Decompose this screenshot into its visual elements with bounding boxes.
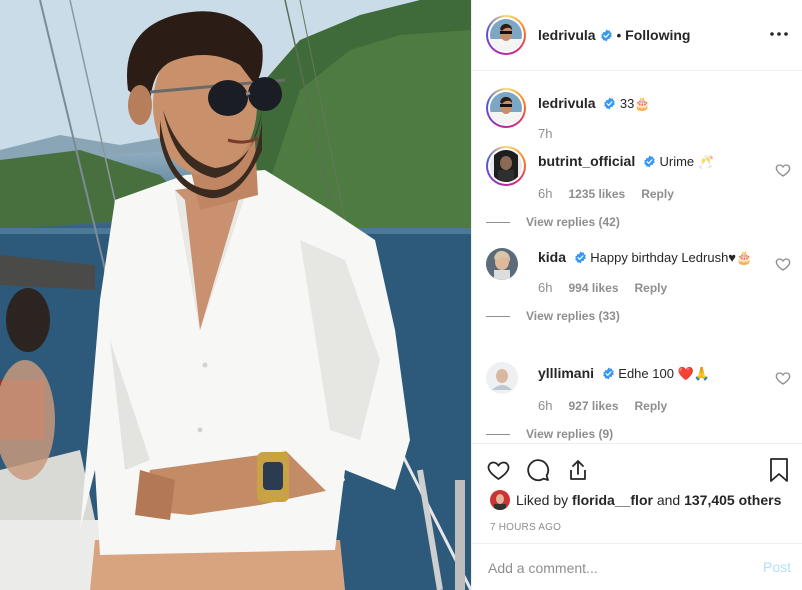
liker-avatar[interactable] xyxy=(490,490,510,510)
comment-likes[interactable]: 994 likes xyxy=(568,279,618,297)
comment-text: Happy birthday Ledrush♥🎂 xyxy=(590,250,753,265)
verified-badge-icon xyxy=(574,251,586,264)
comment-like-heart-icon[interactable] xyxy=(775,256,791,272)
comments-list[interactable]: ledrivula 33🎂 7h butrint_official Urime … xyxy=(472,72,802,444)
post-details-panel: ledrivula • Following ledrivula 33🎂 7h b… xyxy=(471,0,802,590)
verified-badge-icon xyxy=(604,97,616,110)
header-separator: • xyxy=(616,27,622,43)
caption: ledrivula 33🎂 7h xyxy=(486,88,791,148)
author-username[interactable]: ledrivula xyxy=(538,27,596,43)
view-replies-label: View replies (9) xyxy=(526,427,614,441)
liked-by: Liked by florida__flor and 137,405 other… xyxy=(490,490,781,510)
comment-input[interactable] xyxy=(488,558,738,578)
liked-by-prefix: Liked by xyxy=(516,492,573,508)
add-comment-form: Post xyxy=(472,543,802,590)
like-button[interactable] xyxy=(486,454,526,486)
post-comment-button[interactable]: Post xyxy=(763,559,791,575)
likes-count[interactable]: 137,405 others xyxy=(684,492,781,508)
share-icon xyxy=(570,460,586,480)
avatar-image xyxy=(490,19,522,51)
caption-text: 33🎂 xyxy=(619,96,651,111)
comment-time[interactable]: 6h xyxy=(538,279,552,297)
caption-time[interactable]: 7h xyxy=(538,125,552,143)
post-photo[interactable] xyxy=(0,0,471,590)
comment-time[interactable]: 6h xyxy=(538,397,552,415)
verified-badge-icon xyxy=(644,155,655,168)
comment-username[interactable]: butrint_official xyxy=(538,153,635,169)
comment-item: ylllimani Edhe 100 ❤️🙏 6h 927 likes Repl… xyxy=(486,362,791,442)
comment-time[interactable]: 6h xyxy=(538,185,552,203)
view-replies-label: View replies (42) xyxy=(526,215,620,229)
save-button[interactable] xyxy=(769,454,793,486)
comment-like-heart-icon[interactable] xyxy=(775,370,791,386)
view-replies-button[interactable]: View replies (9) xyxy=(486,425,767,443)
caption-username[interactable]: ledrivula xyxy=(538,95,596,111)
photo-illustration xyxy=(0,0,471,590)
comment-item: kida Happy birthday Ledrush♥🎂 6h 994 lik… xyxy=(486,248,791,348)
liker-username[interactable]: florida__flor xyxy=(572,492,653,508)
author-avatar[interactable] xyxy=(486,15,526,55)
following-button[interactable]: Following xyxy=(625,27,690,43)
caption-avatar[interactable] xyxy=(486,88,526,128)
view-replies-button[interactable]: View replies (42) xyxy=(486,213,767,231)
replies-divider xyxy=(486,433,510,435)
reply-button[interactable]: Reply xyxy=(641,185,674,203)
comment-text: Edhe 100 ❤️🙏 xyxy=(618,366,710,381)
replies-divider xyxy=(486,221,510,223)
replies-divider xyxy=(486,315,510,317)
comment-like-heart-icon[interactable] xyxy=(775,162,791,178)
comment-bubble-icon xyxy=(527,459,550,482)
view-replies-label: View replies (33) xyxy=(526,309,620,323)
post-timestamp[interactable]: 7 HOURS AGO xyxy=(490,522,561,533)
view-replies-button[interactable]: View replies (33) xyxy=(486,307,767,325)
comment-button[interactable] xyxy=(526,454,566,486)
post-header: ledrivula • Following xyxy=(472,0,802,71)
verified-badge-icon xyxy=(600,29,612,41)
verified-badge-icon xyxy=(602,367,614,380)
heart-icon xyxy=(487,461,510,481)
comment-likes[interactable]: 1235 likes xyxy=(568,185,625,203)
liked-by-and: and xyxy=(652,492,685,508)
comment-likes[interactable]: 927 likes xyxy=(568,397,618,415)
post-actions: Liked by florida__flor and 137,405 other… xyxy=(472,443,802,543)
comment-username[interactable]: kida xyxy=(538,249,566,265)
header-user-info: ledrivula • Following xyxy=(538,27,690,43)
comment-avatar[interactable] xyxy=(486,146,526,186)
comment-item: butrint_official Urime 🥂 6h 1235 likes R… xyxy=(486,146,791,236)
reply-button[interactable]: Reply xyxy=(635,279,668,297)
comment-text: Urime 🥂 xyxy=(659,154,714,169)
instagram-post: ledrivula • Following ledrivula 33🎂 7h b… xyxy=(0,0,802,590)
more-options-icon[interactable] xyxy=(767,22,791,46)
reply-button[interactable]: Reply xyxy=(635,397,668,415)
share-button[interactable] xyxy=(566,454,606,486)
bookmark-icon xyxy=(770,458,788,482)
comment-avatar[interactable] xyxy=(486,248,518,280)
comment-username[interactable]: ylllimani xyxy=(538,365,594,381)
comment-avatar[interactable] xyxy=(486,362,518,394)
